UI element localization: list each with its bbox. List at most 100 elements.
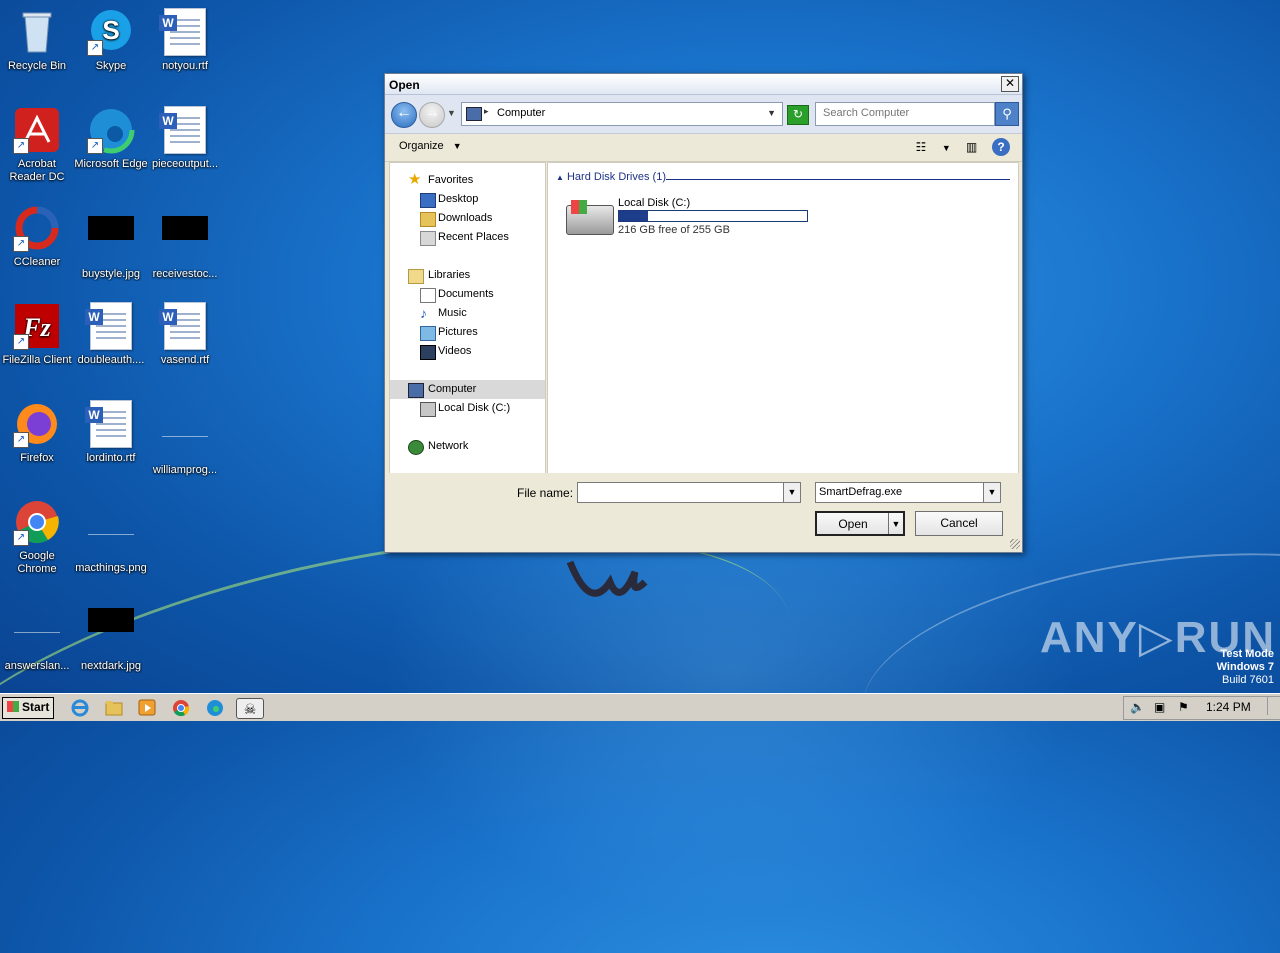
pictures-icon xyxy=(420,326,436,341)
refresh-button[interactable]: ↻ xyxy=(787,105,809,125)
open-button[interactable]: Open ▼ xyxy=(815,511,905,536)
desktop-icon-acrobat[interactable]: ↗ Acrobat Reader DC xyxy=(0,106,74,184)
resize-grip[interactable] xyxy=(1010,539,1020,549)
recycle-bin-icon xyxy=(13,8,61,56)
media-player-icon[interactable] xyxy=(137,698,157,717)
desktop-icon-nextdark[interactable]: nextdark.jpg xyxy=(74,596,148,673)
nav-local-disk[interactable]: Local Disk (C:) xyxy=(390,399,545,418)
star-icon: ★ xyxy=(408,171,422,188)
desktop-icon-edge[interactable]: ↗ Microsoft Edge xyxy=(74,106,148,171)
desktop-icon-buystyle[interactable]: buystyle.jpg xyxy=(74,204,148,281)
search-field[interactable] xyxy=(815,102,995,126)
change-view-icon[interactable]: ☷ xyxy=(912,138,930,156)
nav-music[interactable]: ♪ Music xyxy=(390,304,545,323)
desktop-icon-doubleauth[interactable]: W doubleauth.... xyxy=(74,302,148,367)
help-icon[interactable]: ? xyxy=(992,138,1010,156)
dialog-footer: File name: ▼ SmartDefrag.exe ▼ Open ▼ Ca… xyxy=(385,473,1022,551)
music-icon: ♪ xyxy=(420,305,427,321)
desktop-icon-lordinto[interactable]: W lordinto.rtf xyxy=(74,400,148,465)
chevron-down-icon[interactable]: ▼ xyxy=(783,483,800,502)
dialog-title: Open xyxy=(389,78,420,92)
system-tray: 🔈 ▣ ⚑ 1:24 PM xyxy=(1123,696,1280,720)
desktop-icon-answerslan[interactable]: answerslan... xyxy=(0,596,74,673)
taskbar: Start ☠ 🔈 ▣ ⚑ 1:24 PM xyxy=(0,693,1280,721)
nav-network[interactable]: Network xyxy=(390,437,545,456)
recent-locations-dropdown-icon[interactable]: ▼ xyxy=(447,108,456,118)
edge-icon[interactable] xyxy=(205,698,225,717)
chevron-down-icon[interactable]: ▼ xyxy=(767,108,776,118)
command-toolbar: Organize ▼ ☷ ▼ ▥ ? xyxy=(385,134,1022,162)
navigation-pane: ★ Favorites Desktop Downloads Recent Pla… xyxy=(389,162,546,474)
test-mode-notice: Test Mode Windows 7 Build 7601 xyxy=(1216,648,1274,686)
nav-videos[interactable]: Videos xyxy=(390,342,545,361)
organize-menu[interactable]: Organize ▼ xyxy=(399,140,462,152)
firefox-icon: ↗ xyxy=(13,400,61,448)
file-explorer-icon[interactable] xyxy=(104,698,124,717)
word-doc-icon: W xyxy=(85,400,135,448)
internet-explorer-icon[interactable] xyxy=(70,698,90,717)
file-list-pane: ▲ Hard Disk Drives (1) Local Disk (C:) 2… xyxy=(547,162,1019,474)
collapse-triangle-icon: ▲ xyxy=(556,173,564,182)
close-button[interactable]: ✕ xyxy=(1001,76,1019,92)
nav-downloads[interactable]: Downloads xyxy=(390,209,545,228)
desktop-icon-chrome[interactable]: ↗ Google Chrome xyxy=(0,498,74,576)
desktop-icon-notyou-rtf[interactable]: W notyou.rtf xyxy=(148,8,222,73)
network-icon xyxy=(408,440,424,455)
network-status-icon[interactable]: ▣ xyxy=(1154,700,1165,714)
file-name-input[interactable] xyxy=(578,483,783,502)
wallpaper-creature xyxy=(566,560,648,597)
smartdefrag-icon[interactable]: ☠ xyxy=(236,698,264,719)
nav-favorites[interactable]: ★ Favorites xyxy=(390,171,545,190)
nav-libraries[interactable]: Libraries xyxy=(390,266,545,285)
chrome-icon: ↗ xyxy=(13,498,61,546)
hard-drive-icon xyxy=(566,200,614,235)
search-icon[interactable]: ⚲ xyxy=(995,102,1019,126)
drive-usage-bar xyxy=(618,210,808,222)
desktop-icon-pieceoutput[interactable]: W pieceoutput... xyxy=(148,106,222,171)
desktop-icon-recycle-bin[interactable]: Recycle Bin xyxy=(0,8,74,73)
desktop-icon-filezilla[interactable]: Fz ↗ FileZilla Client xyxy=(0,302,74,367)
file-name-combobox[interactable]: ▼ xyxy=(577,482,801,503)
preview-pane-icon[interactable]: ▥ xyxy=(963,138,981,156)
desktop-icon-williamprog[interactable]: williamprog... xyxy=(148,400,222,477)
nav-computer[interactable]: Computer xyxy=(390,380,545,399)
nav-desktop[interactable]: Desktop xyxy=(390,190,545,209)
nav-documents[interactable]: Documents xyxy=(390,285,545,304)
search-input[interactable] xyxy=(821,106,995,120)
back-button[interactable] xyxy=(391,102,417,128)
computer-icon xyxy=(408,383,424,398)
recent-places-icon xyxy=(420,231,436,246)
desktop-icon-receivestoc[interactable]: receivestoc... xyxy=(148,204,222,281)
word-doc-icon: W xyxy=(159,8,209,56)
chrome-icon[interactable] xyxy=(171,698,191,717)
cancel-button[interactable]: Cancel xyxy=(915,511,1003,536)
dialog-titlebar[interactable]: Open ✕ xyxy=(385,74,1022,95)
group-divider xyxy=(666,179,1010,180)
view-dropdown-icon[interactable]: ▼ xyxy=(941,139,951,157)
file-type-select[interactable]: SmartDefrag.exe ▼ xyxy=(815,482,1001,503)
desktop-folder-icon xyxy=(420,193,436,208)
address-bar[interactable]: ▸ Computer ▼ xyxy=(461,102,783,126)
blank-file-icon xyxy=(87,510,135,558)
desktop-icon-skype[interactable]: S ↗ Skype xyxy=(74,8,148,73)
chevron-down-icon[interactable]: ▼ xyxy=(983,483,1000,502)
image-thumbnail-icon xyxy=(161,216,209,264)
action-center-flag-icon[interactable]: ⚑ xyxy=(1178,700,1189,714)
chevron-down-icon: ▼ xyxy=(452,141,462,151)
breadcrumb-chevron-icon[interactable]: ▸ xyxy=(484,106,489,117)
desktop-icon-vasend[interactable]: W vasend.rtf xyxy=(148,302,222,367)
acrobat-icon: ↗ xyxy=(13,106,61,154)
volume-icon[interactable]: 🔈 xyxy=(1130,700,1145,714)
group-header[interactable]: ▲ Hard Disk Drives (1) xyxy=(556,171,666,183)
open-options-dropdown-icon[interactable]: ▼ xyxy=(888,513,903,534)
start-button[interactable]: Start xyxy=(2,697,54,719)
nav-pictures[interactable]: Pictures xyxy=(390,323,545,342)
address-breadcrumb[interactable]: Computer xyxy=(497,107,545,119)
nav-recent-places[interactable]: Recent Places xyxy=(390,228,545,247)
desktop-icon-firefox[interactable]: ↗ Firefox xyxy=(0,400,74,465)
filezilla-icon: Fz ↗ xyxy=(13,302,61,350)
forward-button[interactable] xyxy=(419,102,445,128)
desktop-icon-macthings[interactable]: macthings.png xyxy=(74,498,148,575)
show-desktop-button[interactable] xyxy=(1267,697,1278,715)
desktop-icon-ccleaner[interactable]: ↗ CCleaner xyxy=(0,204,74,269)
